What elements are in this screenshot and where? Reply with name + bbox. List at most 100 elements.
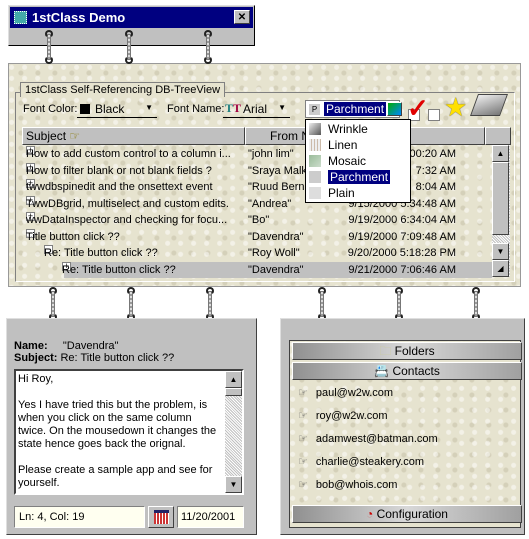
- close-button[interactable]: ✕: [234, 10, 250, 24]
- column-header-subject[interactable]: Subject ☞: [22, 127, 245, 145]
- tree-row[interactable]: + ·· How to add custom control to a column…: [22, 146, 492, 162]
- row-from: "Bo": [248, 214, 270, 226]
- scroll-down-button[interactable]: ▼: [225, 476, 242, 493]
- contacts-icon: 📇: [374, 364, 390, 378]
- resize-grip-icon[interactable]: ◢: [492, 260, 509, 277]
- truetype-icon: TT: [225, 101, 242, 115]
- parchment-icon: P: [309, 104, 320, 115]
- binder-ring: [395, 287, 403, 321]
- configuration-button[interactable]: ◔ Configuration: [292, 505, 522, 523]
- calendar-button[interactable]: [148, 506, 174, 528]
- texture-swatch-icon: [309, 155, 321, 167]
- configuration-icon: ◔: [366, 507, 374, 521]
- tree-row[interactable]: + ·· TwwDBgrid, multiselect and custom edi…: [22, 195, 492, 212]
- contact-item[interactable]: ☞ paul@w2w.com: [298, 386, 393, 400]
- font-color-label: Font Color:: [23, 103, 78, 115]
- contact-item[interactable]: ☞ roy@w2w.com: [298, 409, 388, 423]
- binder-ring: [49, 287, 57, 321]
- row-subject: TwwDBgrid, multiselect and custom edits.: [26, 197, 229, 210]
- contact-item[interactable]: ☞ bob@whois.com: [298, 478, 397, 492]
- row-subject: Re: Title button click ??: [62, 263, 176, 276]
- name-label: Name:: [14, 340, 48, 352]
- binder-ring: [127, 287, 135, 321]
- pointing-hand-icon: ☞: [298, 410, 308, 422]
- font-name-label: Font Name:: [167, 103, 225, 115]
- chevron-down-icon: ▼: [278, 103, 286, 112]
- binder-ring: [125, 30, 133, 64]
- chevron-down-icon: ▼: [145, 103, 153, 112]
- row-subject: How to add custom control to a column i.…: [26, 148, 231, 160]
- picture-button[interactable]: [387, 102, 402, 116]
- name-value: "Davendra": [62, 340, 119, 352]
- scroll-thumb[interactable]: [225, 388, 242, 396]
- checkbox[interactable]: [428, 109, 440, 121]
- pointing-hand-icon: ☞: [298, 456, 308, 468]
- row-date: 9/19/2000 7:09:48 AM: [348, 230, 456, 243]
- star-icon[interactable]: ★: [444, 92, 467, 123]
- date-field[interactable]: 11/20/2001: [177, 506, 244, 528]
- binder-ring: [206, 287, 214, 321]
- contact-item[interactable]: ☞ adamwest@batman.com: [298, 432, 438, 446]
- row-from: "Roy Woll": [248, 247, 300, 259]
- texture-swatch-icon: [309, 139, 321, 151]
- row-subject: Re: Title button click ??: [44, 247, 158, 259]
- scroll-thumb[interactable]: [492, 162, 509, 235]
- title-bar[interactable]: 1stClass Demo ✕: [10, 7, 253, 28]
- row-from: "john lim": [248, 148, 294, 160]
- tree-row[interactable]: − ·· Title button click ?? "Davendra" 9/19…: [22, 228, 492, 245]
- tree-row[interactable]: + ·· How to filter blank or not blank fiel…: [22, 162, 492, 179]
- status-position: Ln: 4, Col: 19: [14, 506, 145, 528]
- contact-item[interactable]: ☞ charlie@steakery.com: [298, 455, 424, 469]
- color-swatch: [80, 104, 90, 114]
- row-date: 9/21/2000 7:06:46 AM: [348, 263, 456, 276]
- scroll-down-button[interactable]: ▼: [492, 243, 509, 260]
- subject-label: Subject:: [14, 352, 58, 364]
- scroll-up-button[interactable]: ▲: [225, 371, 242, 388]
- tree-row[interactable]: + ·· wwDataInspector and checking for focu…: [22, 212, 492, 228]
- font-color-select[interactable]: Black ▼: [77, 101, 157, 118]
- texture-swatch-icon: [309, 187, 321, 199]
- window-title: 1stClass Demo: [32, 10, 126, 25]
- tree-row[interactable]: + ·· Re: Title button click ?? "Davendra" …: [62, 261, 492, 278]
- folders-button[interactable]: 🗀 Folders: [292, 342, 522, 360]
- row-from: "Sraya Malki: [248, 164, 310, 177]
- row-date: 9/19/2000 6:34:04 AM: [348, 214, 456, 226]
- row-date: 00:20 AM: [409, 148, 456, 160]
- row-from: "Davendra": [248, 263, 304, 276]
- message-scrollbar[interactable]: ▲ ▼: [225, 371, 242, 493]
- app-icon: [14, 11, 27, 24]
- folders-icon: 🗀: [379, 344, 392, 358]
- calendar-icon: [154, 510, 169, 524]
- row-subject: wwDataInspector and checking for focu...: [26, 214, 228, 226]
- tree-group-tab: 1stClass Self-Referencing DB-TreeView: [20, 82, 226, 97]
- pointing-hand-icon: ☞: [298, 387, 308, 399]
- message-body[interactable]: Hi Roy, Yes I have tried this but the pr…: [14, 369, 244, 495]
- contacts-button[interactable]: 📇 Contacts: [292, 362, 522, 380]
- pointing-hand-icon: ☞: [298, 479, 308, 491]
- texture-swatch-icon: [309, 123, 321, 135]
- row-date: 8:04 AM: [415, 181, 456, 193]
- binder-ring: [318, 287, 326, 321]
- subject-value: Re: Title button click ??: [60, 352, 175, 364]
- texture-select[interactable]: P Parchment: [305, 100, 400, 118]
- row-subject: Title button click ??: [26, 230, 120, 243]
- row-subject: How to filter blank or not blank fields …: [26, 164, 212, 177]
- binder-ring: [45, 30, 53, 64]
- row-from: "Ruud Berna: [248, 181, 311, 193]
- texture-option[interactable]: Plain: [306, 185, 412, 203]
- font-name-select[interactable]: TT Arial ▼: [223, 101, 290, 118]
- scroll-up-button[interactable]: ▲: [492, 145, 509, 162]
- vertical-scrollbar[interactable]: ▲ ▼ ◢: [492, 145, 510, 277]
- binder-ring: [204, 30, 212, 64]
- column-header-extra[interactable]: [485, 127, 511, 145]
- tree-row[interactable]: + ·· twwdbspinedit and the onsettext event…: [22, 179, 492, 195]
- pointing-hand-icon: ☞: [298, 433, 308, 445]
- row-date: 7:32 AM: [415, 164, 456, 177]
- row-from: "Davendra": [248, 230, 304, 243]
- texture-swatch-icon: [309, 171, 321, 183]
- texture-dropdown-list: Wrinkle Linen Mosaic Parchment Plain: [305, 119, 411, 203]
- pointing-hand-icon: ☞: [69, 129, 81, 143]
- tree-row[interactable]: − ·· Re: Title button click ?? "Roy Woll" …: [22, 245, 492, 261]
- row-date: 9/20/2000 5:18:28 PM: [347, 247, 456, 259]
- binder-ring: [472, 287, 480, 321]
